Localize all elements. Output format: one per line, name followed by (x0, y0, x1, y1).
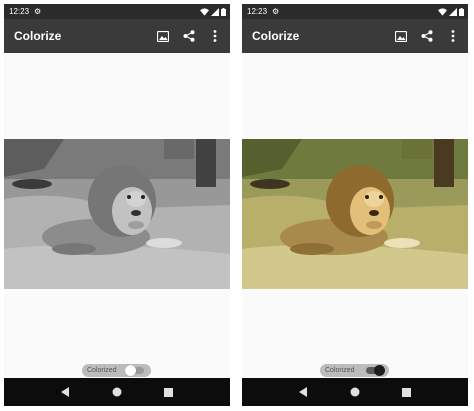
wifi-icon (200, 7, 209, 16)
status-bar: 12:23 ⚙ (242, 4, 468, 19)
share-icon[interactable] (419, 28, 435, 44)
lion-photo (242, 139, 468, 289)
image-icon[interactable] (155, 28, 171, 44)
toggle-switch-off[interactable] (125, 365, 144, 376)
home-icon[interactable] (110, 385, 124, 399)
status-time: 12:23 (9, 7, 30, 16)
app-bar: Colorize (242, 19, 468, 53)
status-time: 12:23 (247, 7, 268, 16)
home-icon[interactable] (348, 385, 362, 399)
toggle-knob (125, 365, 136, 376)
toggle-knob (374, 365, 385, 376)
settings-status-icon: ⚙ (272, 7, 280, 16)
status-indicators (200, 7, 226, 16)
recents-icon[interactable] (161, 385, 175, 399)
battery-icon (459, 7, 464, 16)
more-vert-icon[interactable] (445, 28, 461, 44)
battery-icon (221, 7, 226, 16)
lion-photo (4, 139, 230, 289)
colorized-toggle[interactable]: Colorized (82, 364, 151, 377)
settings-status-icon: ⚙ (34, 7, 42, 16)
signal-icon (211, 7, 219, 16)
back-icon[interactable] (297, 385, 311, 399)
more-vert-icon[interactable] (207, 28, 223, 44)
content-area: Colorized (242, 53, 468, 378)
phone-screen-grayscale: 12:23 ⚙ Colorize Colorized (4, 4, 230, 406)
phone-screen-colorized: 12:23 ⚙ Colorize Colorized (242, 4, 468, 406)
share-icon[interactable] (181, 28, 197, 44)
image-icon[interactable] (393, 28, 409, 44)
navigation-bar (4, 378, 230, 406)
navigation-bar (242, 378, 468, 406)
toggle-switch-on[interactable] (366, 365, 385, 376)
toggle-label: Colorized (325, 367, 355, 374)
colorized-toggle[interactable]: Colorized (320, 364, 389, 377)
signal-icon (449, 7, 457, 16)
app-title: Colorize (252, 29, 300, 43)
app-bar: Colorize (4, 19, 230, 53)
status-bar: 12:23 ⚙ (4, 4, 230, 19)
recents-icon[interactable] (399, 385, 413, 399)
content-area: Colorized (4, 53, 230, 378)
status-indicators (438, 7, 464, 16)
toggle-label: Colorized (87, 367, 117, 374)
back-icon[interactable] (59, 385, 73, 399)
app-title: Colorize (14, 29, 62, 43)
wifi-icon (438, 7, 447, 16)
